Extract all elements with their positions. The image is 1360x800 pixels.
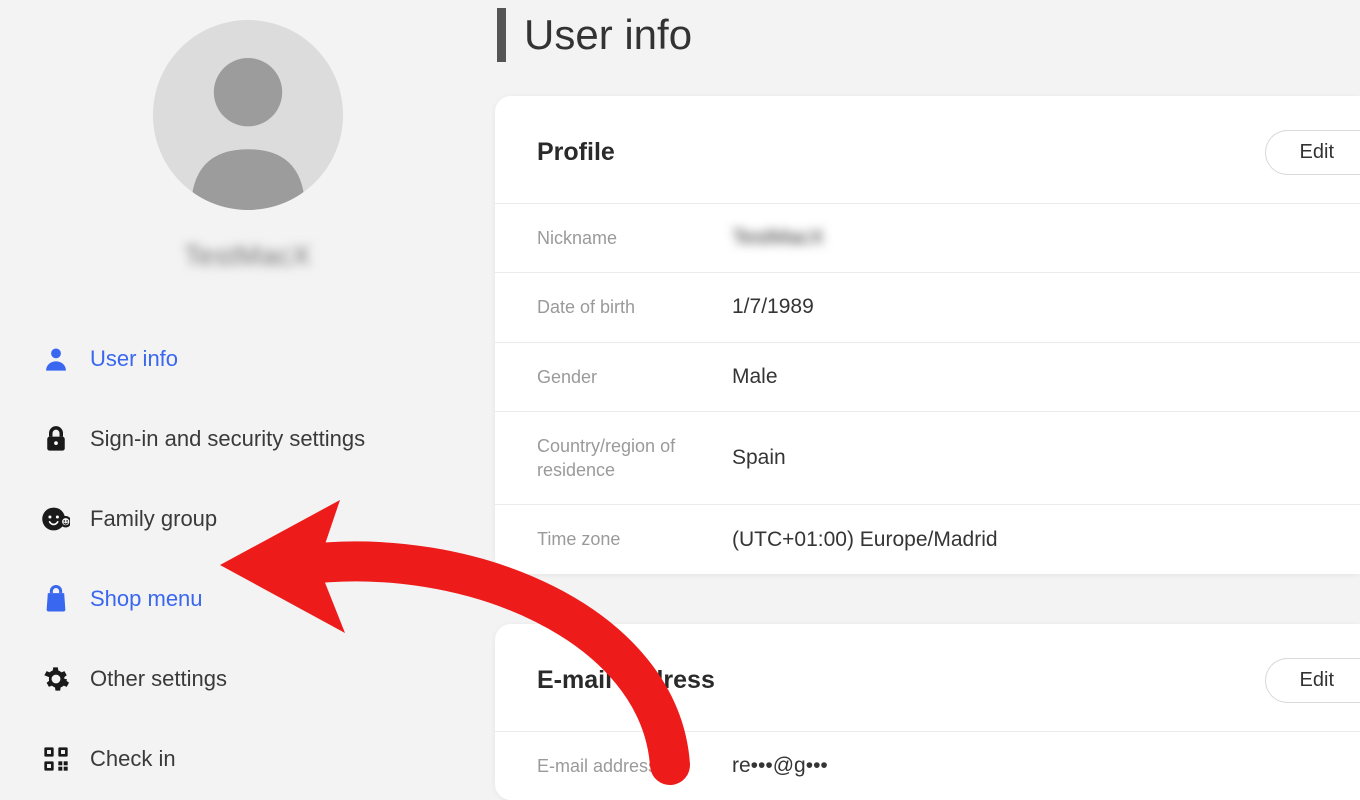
field-label: Country/region of residence <box>537 434 732 483</box>
sidebar-item-family-group[interactable]: Family group <box>40 487 455 551</box>
sidebar-nav: User info Sign-in and security settings … <box>40 327 455 791</box>
field-value: TestMacX <box>732 226 824 250</box>
email-card: E-mail address Edit E-mail address re•••… <box>495 624 1360 800</box>
field-value: re•••@g••• <box>732 754 828 778</box>
profile-row-dob[interactable]: Date of birth 1/7/1989 <box>495 272 1360 341</box>
qr-code-icon <box>42 745 70 773</box>
page-title: User info <box>497 8 1360 62</box>
profile-row-nickname[interactable]: Nickname TestMacX <box>495 203 1360 272</box>
sidebar-item-label: Sign-in and security settings <box>90 426 365 452</box>
field-label: Time zone <box>537 527 732 551</box>
field-value: (UTC+01:00) Europe/Madrid <box>732 528 998 552</box>
lock-icon <box>42 425 70 453</box>
field-label: Date of birth <box>537 295 732 319</box>
field-label: Gender <box>537 365 732 389</box>
user-icon <box>42 345 70 373</box>
sidebar-username: TestMacX <box>40 240 455 272</box>
sidebar-item-label: Family group <box>90 506 217 532</box>
sidebar-item-label: Shop menu <box>90 586 203 612</box>
field-value: 1/7/1989 <box>732 295 814 319</box>
gear-icon <box>42 665 70 693</box>
sidebar-item-shop-menu[interactable]: Shop menu <box>40 567 455 631</box>
page-title-bar <box>497 8 506 62</box>
sidebar-item-label: User info <box>90 346 178 372</box>
sidebar-item-label: Check in <box>90 746 176 772</box>
field-value: Spain <box>732 446 786 470</box>
sidebar-item-check-in[interactable]: Check in <box>40 727 455 791</box>
shopping-bag-icon <box>42 585 70 613</box>
main-content: User info Profile Edit Nickname TestMacX… <box>495 0 1360 765</box>
email-heading: E-mail address <box>537 666 715 695</box>
sidebar-item-user-info[interactable]: User info <box>40 327 455 391</box>
email-row-address[interactable]: E-mail address re•••@g••• <box>495 731 1360 800</box>
sidebar: TestMacX User info Sign-in and security … <box>0 0 495 765</box>
avatar[interactable] <box>153 20 343 210</box>
avatar-placeholder-icon <box>153 20 343 210</box>
sidebar-item-security[interactable]: Sign-in and security settings <box>40 407 455 471</box>
family-group-icon <box>42 505 70 533</box>
profile-row-country[interactable]: Country/region of residence Spain <box>495 411 1360 505</box>
field-label: Nickname <box>537 226 732 250</box>
profile-heading: Profile <box>537 138 615 167</box>
edit-profile-button[interactable]: Edit <box>1265 130 1360 175</box>
sidebar-item-label: Other settings <box>90 666 227 692</box>
profile-card: Profile Edit Nickname TestMacX Date of b… <box>495 96 1360 574</box>
profile-row-timezone[interactable]: Time zone (UTC+01:00) Europe/Madrid <box>495 504 1360 573</box>
page-title-text: User info <box>524 11 692 59</box>
sidebar-item-other-settings[interactable]: Other settings <box>40 647 455 711</box>
field-value: Male <box>732 365 778 389</box>
edit-email-button[interactable]: Edit <box>1265 658 1360 703</box>
profile-row-gender[interactable]: Gender Male <box>495 342 1360 411</box>
field-label: E-mail address <box>537 754 732 778</box>
